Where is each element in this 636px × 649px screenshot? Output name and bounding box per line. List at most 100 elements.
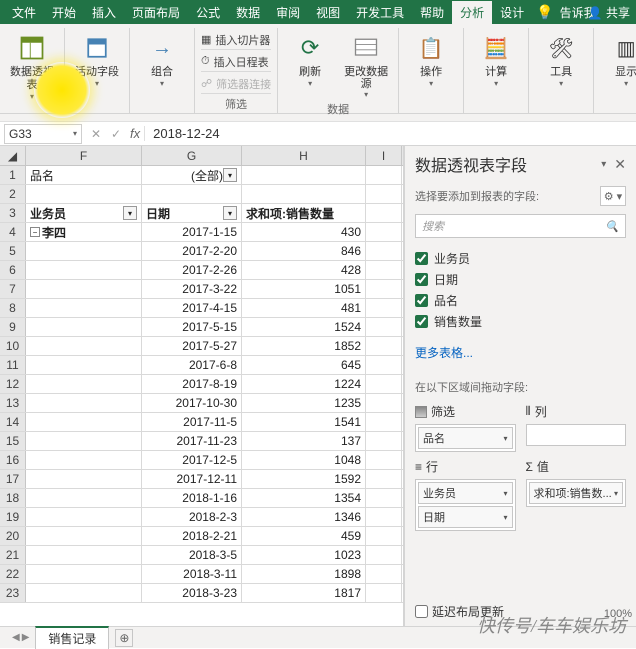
tab-review[interactable]: 审阅: [268, 1, 308, 24]
area-item[interactable]: 品名▾: [418, 427, 513, 449]
change-source-button[interactable]: 更改数据源▾: [340, 30, 392, 99]
field-item[interactable]: 业务员: [415, 248, 626, 269]
tab-data[interactable]: 数据: [228, 1, 268, 24]
field-checkbox[interactable]: [415, 252, 428, 265]
table-row[interactable]: 52017-2-20846: [0, 242, 403, 261]
row-header[interactable]: 13: [0, 394, 26, 412]
row-header[interactable]: 23: [0, 584, 26, 602]
formula-input[interactable]: 2018-12-24: [144, 126, 636, 141]
worksheet-grid[interactable]: ◢ F G H I 1品名(全部)▾23业务员▾日期▾求和项:销售数量4−李四2…: [0, 146, 404, 626]
row-header[interactable]: 2: [0, 185, 26, 203]
tab-design[interactable]: 设计: [492, 1, 532, 24]
select-all[interactable]: ◢: [0, 146, 26, 165]
collapse-icon[interactable]: −: [30, 227, 40, 237]
area-filters[interactable]: 筛选 品名▾: [415, 403, 516, 452]
filter-dropdown-icon[interactable]: ▾: [223, 206, 237, 220]
insert-slicer-button[interactable]: ▦插入切片器: [201, 30, 271, 50]
field-item[interactable]: 品名: [415, 290, 626, 311]
col-header-F[interactable]: F: [26, 146, 142, 165]
tab-developer[interactable]: 开发工具: [348, 1, 412, 24]
tab-file[interactable]: 文件: [4, 1, 44, 24]
row-header[interactable]: 1: [0, 166, 26, 184]
show-button[interactable]: ▥ 显示▾: [600, 30, 636, 88]
table-row[interactable]: 192018-2-31346: [0, 508, 403, 527]
row-header[interactable]: 21: [0, 546, 26, 564]
area-item[interactable]: 业务员▾: [418, 482, 513, 504]
area-columns[interactable]: ⦀列: [526, 403, 627, 452]
table-row[interactable]: 112017-6-8645: [0, 356, 403, 375]
row-header[interactable]: 15: [0, 432, 26, 450]
table-row[interactable]: 92017-5-151524: [0, 318, 403, 337]
row-header[interactable]: 11: [0, 356, 26, 374]
zoom-level[interactable]: 100%: [604, 608, 632, 620]
table-row[interactable]: 72017-3-221051: [0, 280, 403, 299]
field-checkbox[interactable]: [415, 273, 428, 286]
area-item[interactable]: 求和项:销售数...▾: [529, 482, 624, 504]
refresh-button[interactable]: ⟳ 刷新▾: [284, 30, 336, 88]
share-button[interactable]: 👤 共享: [588, 4, 630, 21]
tab-layout[interactable]: 页面布局: [124, 1, 188, 24]
table-row[interactable]: 152017-11-23137: [0, 432, 403, 451]
tab-analyze[interactable]: 分析: [452, 1, 492, 24]
gear-icon[interactable]: ⚙ ▾: [600, 186, 626, 206]
table-row[interactable]: 212018-3-51023: [0, 546, 403, 565]
table-row[interactable]: 232018-3-231817: [0, 584, 403, 603]
table-row[interactable]: 222018-3-111898: [0, 565, 403, 584]
area-item[interactable]: 日期▾: [418, 506, 513, 528]
field-item[interactable]: 销售数量: [415, 311, 626, 332]
row-header[interactable]: 18: [0, 489, 26, 507]
col-header-G[interactable]: G: [142, 146, 242, 165]
table-row[interactable]: 162017-12-51048: [0, 451, 403, 470]
table-row[interactable]: 182018-1-161354: [0, 489, 403, 508]
more-tables-link[interactable]: 更多表格...: [415, 344, 626, 361]
row-header[interactable]: 5: [0, 242, 26, 260]
row-header[interactable]: 16: [0, 451, 26, 469]
tab-formulas[interactable]: 公式: [188, 1, 228, 24]
tab-insert[interactable]: 插入: [84, 1, 124, 24]
filter-dropdown-icon[interactable]: ▾: [223, 168, 237, 182]
actions-button[interactable]: 📋 操作▾: [405, 30, 457, 88]
table-row[interactable]: 142017-11-51541: [0, 413, 403, 432]
row-header[interactable]: 20: [0, 527, 26, 545]
table-row[interactable]: 4−李四2017-1-15430: [0, 223, 403, 242]
tools-button[interactable]: 🛠 工具▾: [535, 30, 587, 88]
col-header-H[interactable]: H: [242, 146, 366, 165]
row-header[interactable]: 14: [0, 413, 26, 431]
row-header[interactable]: 9: [0, 318, 26, 336]
table-row[interactable]: 102017-5-271852: [0, 337, 403, 356]
group-button[interactable]: → 组合▾: [136, 30, 188, 88]
tab-help[interactable]: 帮助: [412, 1, 452, 24]
field-item[interactable]: 日期: [415, 269, 626, 290]
row-header[interactable]: 6: [0, 261, 26, 279]
col-header-I[interactable]: I: [366, 146, 402, 165]
table-row[interactable]: 122017-8-191224: [0, 375, 403, 394]
row-header[interactable]: 7: [0, 280, 26, 298]
field-checkbox[interactable]: [415, 315, 428, 328]
row-header[interactable]: 17: [0, 470, 26, 488]
chevron-down-icon[interactable]: ▾: [601, 159, 606, 170]
sheet-tab[interactable]: 销售记录: [35, 626, 109, 649]
table-row[interactable]: 62017-2-26428: [0, 261, 403, 280]
table-row[interactable]: 132017-10-301235: [0, 394, 403, 413]
sheet-nav[interactable]: ◀▶: [12, 632, 29, 643]
table-row[interactable]: 172017-12-111592: [0, 470, 403, 489]
filter-dropdown-icon[interactable]: ▾: [123, 206, 137, 220]
insert-timeline-button[interactable]: ⏱插入日程表: [201, 52, 271, 72]
row-header[interactable]: 19: [0, 508, 26, 526]
name-box[interactable]: G33▾: [4, 124, 82, 144]
fx-icon[interactable]: fx: [126, 126, 144, 141]
row-header[interactable]: 22: [0, 565, 26, 583]
area-rows[interactable]: ≡行 业务员▾日期▾: [415, 458, 516, 531]
chevron-down-icon[interactable]: ▾: [73, 129, 77, 138]
tab-view[interactable]: 视图: [308, 1, 348, 24]
row-header[interactable]: 10: [0, 337, 26, 355]
tab-home[interactable]: 开始: [44, 1, 84, 24]
search-input[interactable]: 搜索 🔍: [415, 214, 626, 238]
calc-button[interactable]: 🧮 计算▾: [470, 30, 522, 88]
row-header[interactable]: 4: [0, 223, 26, 241]
area-values[interactable]: Σ值 求和项:销售数...▾: [526, 458, 627, 531]
defer-layout-checkbox[interactable]: [415, 605, 428, 618]
close-icon[interactable]: ✕: [614, 156, 626, 173]
row-header[interactable]: 3: [0, 204, 26, 222]
row-header[interactable]: 8: [0, 299, 26, 317]
